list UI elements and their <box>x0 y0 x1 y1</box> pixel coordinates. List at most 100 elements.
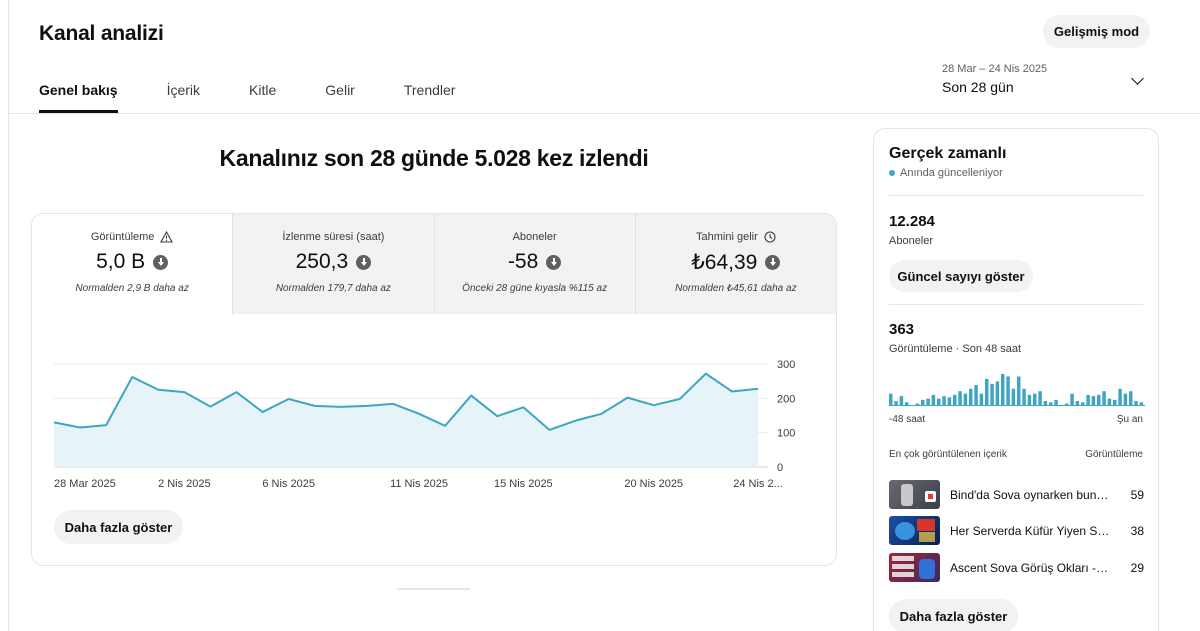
hour-bar[interactable] <box>1070 393 1074 406</box>
arrow-down-circle-icon <box>765 254 781 270</box>
hour-bar[interactable] <box>1123 393 1128 406</box>
metric-watch-time[interactable]: İzlenme süresi (saat) 250,3 Normalden 17… <box>232 214 434 314</box>
hour-bar[interactable] <box>958 391 962 406</box>
data-point[interactable] <box>469 393 474 398</box>
hour-bar[interactable] <box>953 394 957 406</box>
hour-bar[interactable] <box>1097 394 1101 406</box>
hour-bar[interactable] <box>995 381 1000 406</box>
realtime-axis-start: -48 saat <box>889 414 926 425</box>
metric-views-value: 5,0 B <box>96 250 146 273</box>
data-point[interactable] <box>495 414 500 419</box>
metric-watch-time-title: İzlenme süresi (saat) <box>282 231 385 243</box>
tab-revenue[interactable]: Gelir <box>325 82 355 113</box>
data-point[interactable] <box>703 371 708 376</box>
metric-subscribers[interactable]: Aboneler -58 Önceki 28 güne kıyasla %115… <box>433 214 635 314</box>
data-point[interactable] <box>130 375 135 380</box>
hour-bar[interactable] <box>926 398 930 406</box>
show-current-count-button[interactable]: Güncel sayıyı göster <box>889 260 1033 292</box>
data-point[interactable] <box>756 386 761 391</box>
y-tick-label: 0 <box>777 462 783 474</box>
data-point[interactable] <box>573 418 578 423</box>
data-point[interactable] <box>364 403 369 408</box>
data-point[interactable] <box>234 390 239 395</box>
tab-audience[interactable]: Kitle <box>249 82 276 113</box>
hour-bar[interactable] <box>1038 391 1042 406</box>
metric-views[interactable]: Görüntüleme 5,0 B Normalden 2,9 B daha a… <box>32 214 233 314</box>
data-point[interactable] <box>521 405 526 410</box>
hour-bar[interactable] <box>1027 394 1032 406</box>
data-point[interactable] <box>390 401 395 406</box>
tab-overview[interactable]: Genel bakış <box>39 82 118 113</box>
data-point[interactable] <box>599 411 604 416</box>
warning-icon[interactable] <box>160 231 174 243</box>
top-video-row[interactable]: Ascent Sova Görüş Okları - V... 29 <box>889 553 1144 582</box>
data-point[interactable] <box>338 404 343 409</box>
hour-bar[interactable] <box>1102 391 1106 406</box>
realtime-status: Anında güncelleniyor <box>889 167 1003 179</box>
data-point[interactable] <box>286 397 291 402</box>
hour-bar[interactable] <box>1022 388 1026 406</box>
data-point[interactable] <box>625 395 630 400</box>
hour-bar[interactable] <box>1118 388 1122 406</box>
data-point[interactable] <box>729 389 734 394</box>
hour-bar[interactable] <box>979 393 984 406</box>
tab-trends[interactable]: Trendler <box>404 82 456 113</box>
data-point[interactable] <box>312 403 317 408</box>
data-point[interactable] <box>208 404 213 409</box>
data-point[interactable] <box>260 410 265 415</box>
hour-bar[interactable] <box>963 393 968 406</box>
hour-bar[interactable] <box>1001 374 1005 406</box>
hour-bar[interactable] <box>969 388 973 406</box>
metric-tabs: Görüntüleme 5,0 B Normalden 2,9 B daha a… <box>32 214 836 314</box>
video-thumbnail[interactable] <box>889 480 940 509</box>
advanced-mode-button[interactable]: Gelişmiş mod <box>1043 15 1150 48</box>
hour-bar[interactable] <box>1011 388 1016 406</box>
views-line-chart[interactable]: 0 100 200 300 28 Mar 2025 2 Nis 2025 6 Nis 202… <box>32 354 836 499</box>
hour-bar[interactable] <box>889 393 893 406</box>
data-point[interactable] <box>104 423 109 428</box>
hour-bar[interactable] <box>1086 394 1090 406</box>
video-thumbnail[interactable] <box>889 516 940 545</box>
clock-icon[interactable] <box>764 231 776 243</box>
hour-bar[interactable] <box>985 378 989 406</box>
data-point[interactable] <box>677 397 682 402</box>
hour-bar[interactable] <box>1017 376 1021 406</box>
realtime-show-more-button[interactable]: Daha fazla göster <box>889 599 1018 631</box>
hour-bar[interactable] <box>947 397 952 406</box>
date-range-picker[interactable]: 28 Mar – 24 Nis 2025 Son 28 gün <box>942 63 1152 99</box>
metric-revenue[interactable]: Tahmini gelir ₺64,39 Normalden ₺45,61 da… <box>634 214 836 314</box>
hour-bar[interactable] <box>1006 376 1010 406</box>
hour-bar[interactable] <box>1129 391 1133 406</box>
tab-content[interactable]: İçerik <box>167 82 200 113</box>
video-title[interactable]: Her Serverda Küfür Yiyen So... <box>950 524 1110 538</box>
hour-bar[interactable] <box>1107 398 1112 406</box>
hour-bar[interactable] <box>937 398 941 406</box>
data-point[interactable] <box>443 423 448 428</box>
hour-bar[interactable] <box>942 396 946 406</box>
data-point[interactable] <box>547 427 552 432</box>
data-point[interactable] <box>52 420 57 425</box>
hour-bar[interactable] <box>931 394 936 406</box>
tab-bar: Genel bakış İçerik Kitle Gelir Trendler <box>39 82 504 113</box>
video-title[interactable]: Bind'da Sova oynarken bunu ... <box>950 488 1110 502</box>
hour-bar[interactable] <box>1033 393 1037 406</box>
data-point[interactable] <box>417 411 422 416</box>
hour-bar[interactable] <box>990 383 994 406</box>
realtime-views-bar-chart[interactable] <box>889 372 1145 406</box>
data-point[interactable] <box>651 403 656 408</box>
top-video-row[interactable]: Her Serverda Küfür Yiyen So... 38 <box>889 516 1144 545</box>
data-point[interactable] <box>78 425 83 430</box>
video-thumbnail[interactable] <box>889 553 940 582</box>
data-point[interactable] <box>182 390 187 395</box>
show-more-button[interactable]: Daha fazla göster <box>54 510 183 544</box>
hour-bar[interactable] <box>974 385 978 406</box>
arrow-down-circle-icon <box>356 254 372 270</box>
hour-bar[interactable] <box>899 396 904 406</box>
x-tick-label: 15 Nis 2025 <box>494 478 553 490</box>
hour-bar[interactable] <box>1091 396 1096 406</box>
metric-revenue-title: Tahmini gelir <box>696 231 758 243</box>
metric-watch-time-value: 250,3 <box>295 250 349 273</box>
video-title[interactable]: Ascent Sova Görüş Okları - V... <box>950 561 1110 575</box>
data-point[interactable] <box>156 387 161 392</box>
top-video-row[interactable]: Bind'da Sova oynarken bunu ... 59 <box>889 480 1144 509</box>
